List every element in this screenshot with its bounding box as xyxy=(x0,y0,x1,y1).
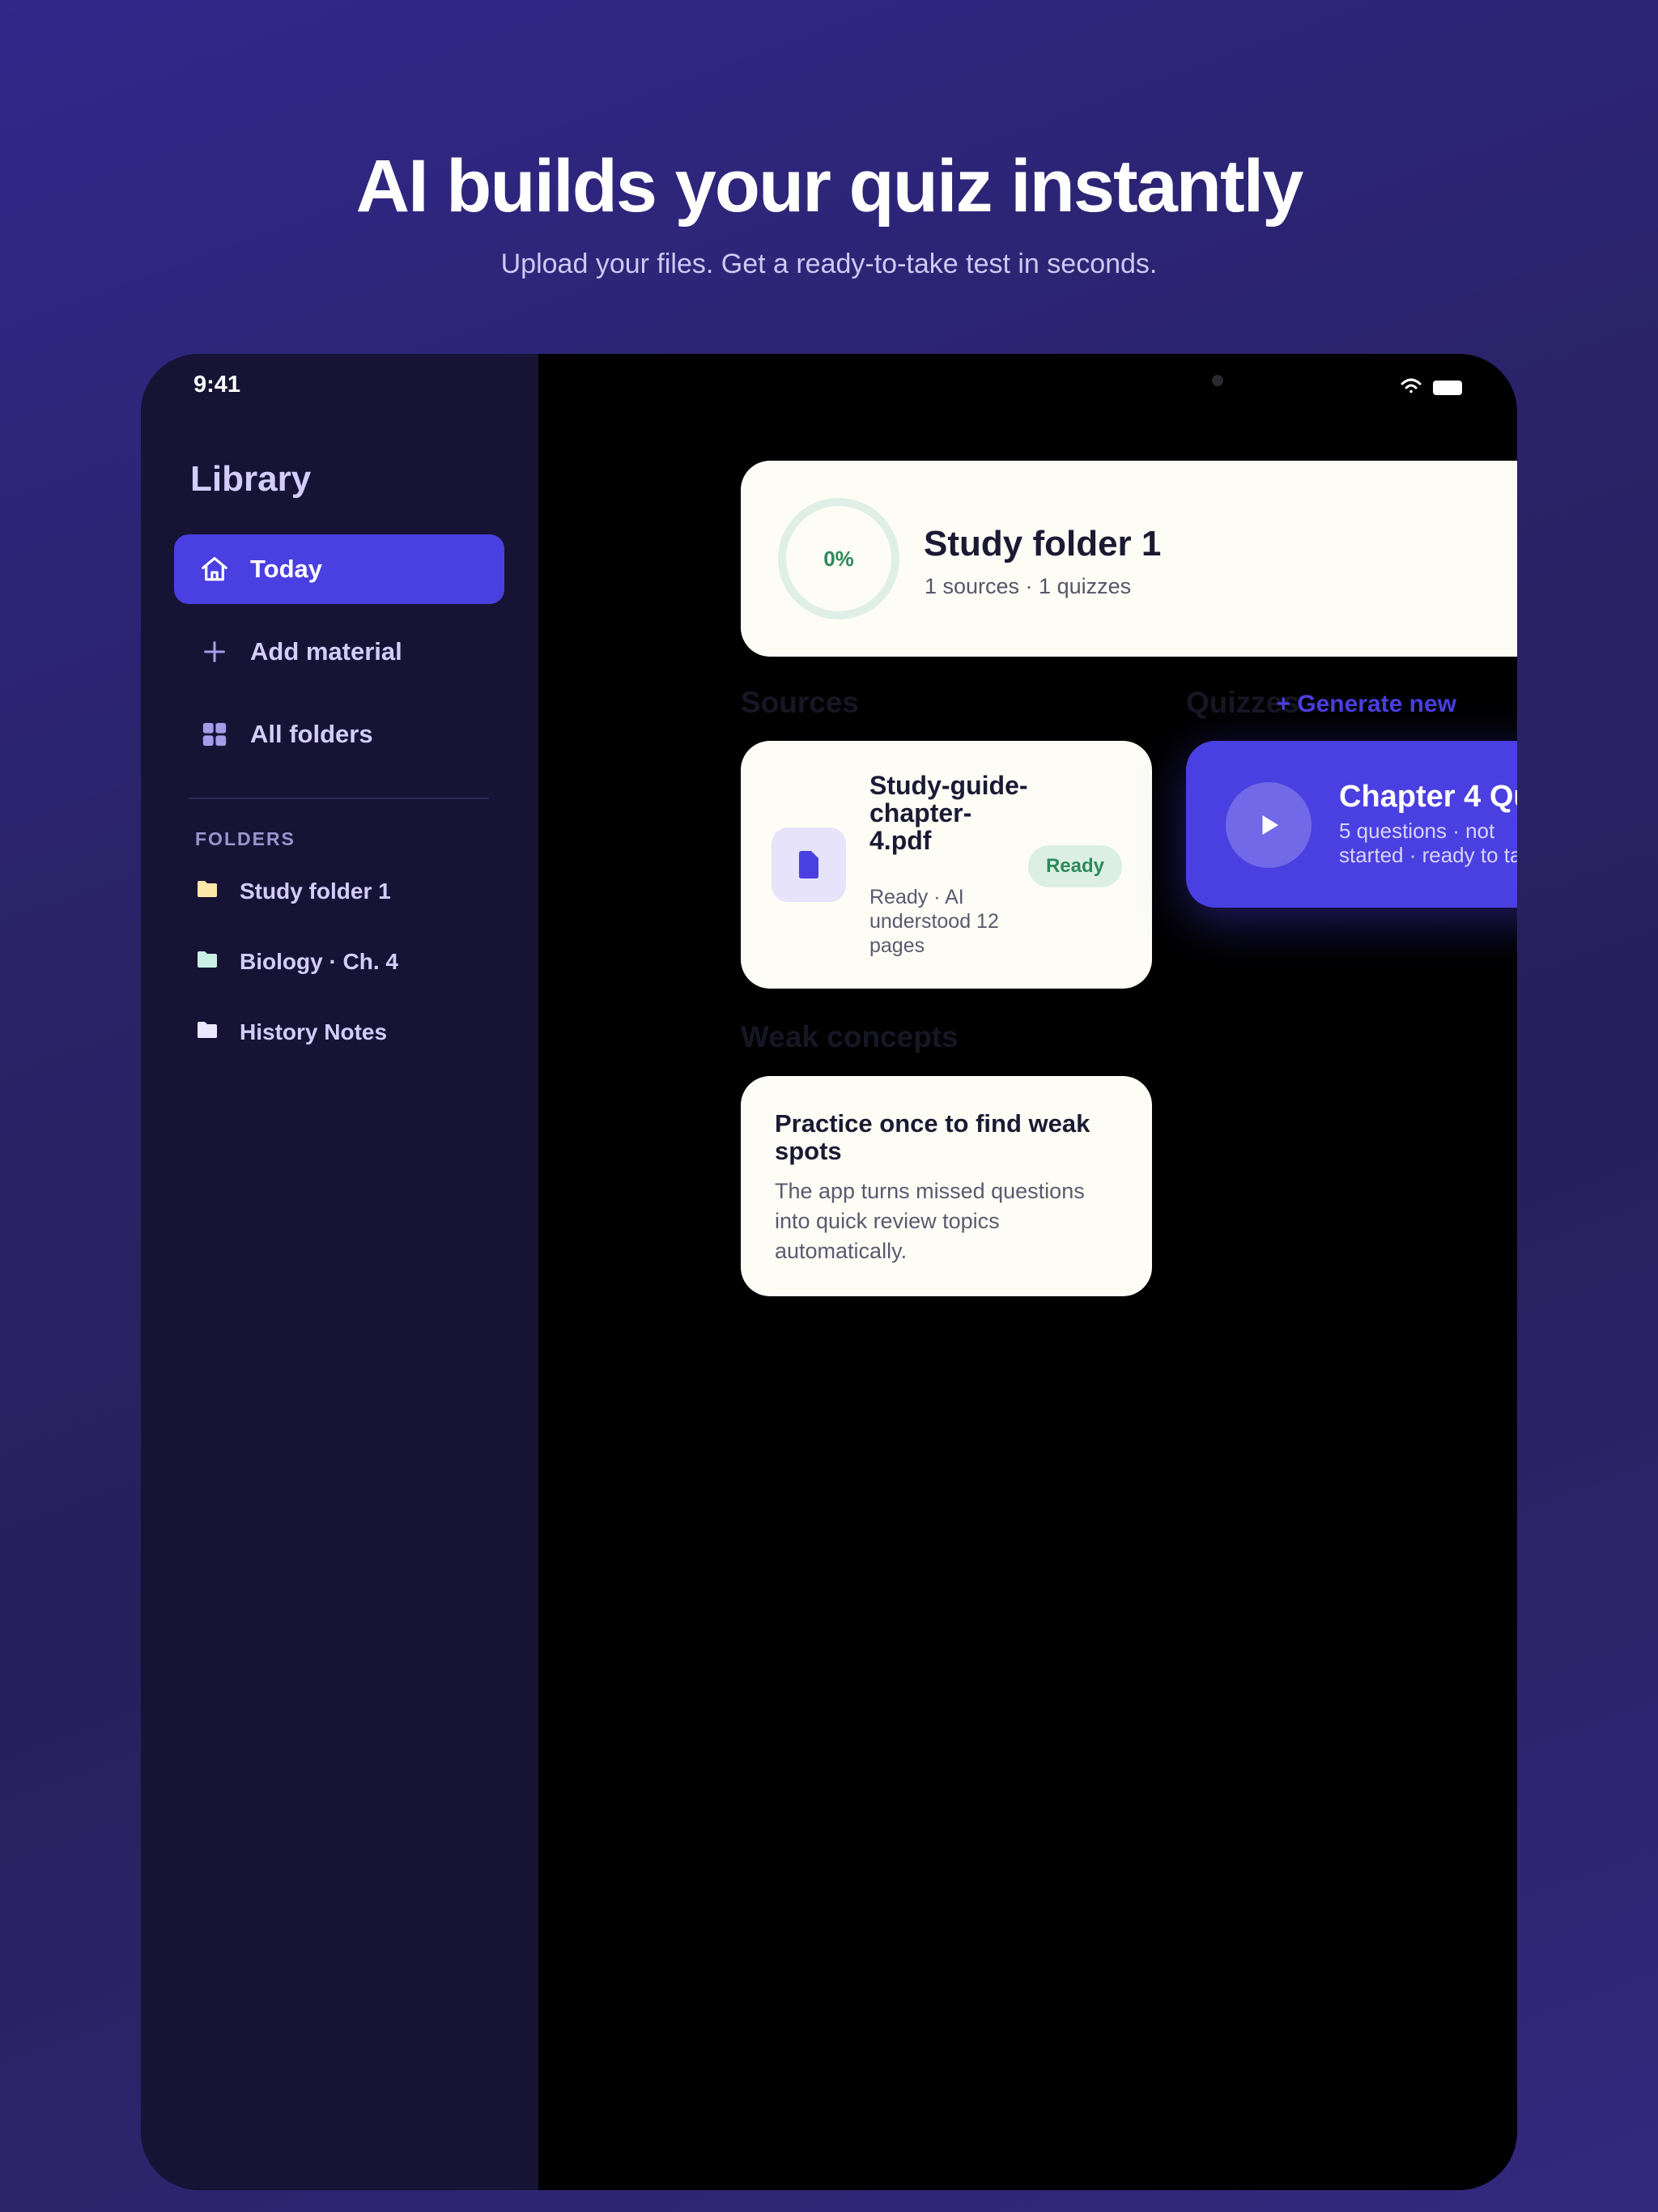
play-icon xyxy=(1262,815,1278,835)
source-file-name: Study-guide-chapter-4.pdf xyxy=(869,771,1028,855)
folder-subtitle: 1 sources · 1 quizzes xyxy=(925,574,1132,598)
folder-label: History Notes xyxy=(240,1019,388,1044)
sidebar: 9:41 Library Today Add material All fold… xyxy=(141,354,538,2190)
weak-concepts-card: Practice once to find weak spots The app… xyxy=(741,1076,1152,1296)
sources-heading: Sources xyxy=(741,686,860,719)
nav-item-all-folders[interactable]: All folders xyxy=(174,700,504,769)
generate-new-button[interactable]: + Generate new xyxy=(1276,691,1456,718)
nav-label-add-material: Add material xyxy=(250,637,402,666)
folder-item-biology[interactable]: Biology · Ch. 4 xyxy=(196,949,398,975)
wifi-icon xyxy=(1399,376,1423,398)
nav-label-all-folders: All folders xyxy=(250,720,373,748)
home-icon xyxy=(198,553,231,585)
battery-icon xyxy=(1433,380,1462,395)
nav-item-today[interactable]: Today xyxy=(174,534,504,604)
weak-concepts-body: The app turns missed questions into quic… xyxy=(775,1179,1085,1263)
play-button[interactable] xyxy=(1226,782,1312,868)
hero: AI builds your quiz instantly Upload you… xyxy=(0,145,1658,280)
folder-icon xyxy=(196,878,219,904)
tablet-frame: 9:41 Library Today Add material All fold… xyxy=(141,354,1517,2190)
document-icon xyxy=(772,827,846,902)
nav-item-add-material[interactable]: Add material xyxy=(174,617,504,687)
folders-heading: FOLDERS xyxy=(195,828,295,849)
folder-summary-card[interactable]: 0% Study folder 1 1 sources · 1 quizzes xyxy=(741,461,1517,657)
folder-item-study-folder-1[interactable]: Study folder 1 xyxy=(196,878,391,904)
folder-icon xyxy=(196,1019,219,1045)
folder-item-history-notes[interactable]: History Notes xyxy=(196,1019,387,1045)
folder-icon xyxy=(196,949,219,975)
main-content: 0% Study folder 1 1 sources · 1 quizzes … xyxy=(538,354,1517,2190)
quiz-card[interactable]: Chapter 4 Quiz 5 questions · not started… xyxy=(1186,741,1517,908)
progress-label: 0% xyxy=(823,546,854,571)
sidebar-title: Library xyxy=(190,459,312,499)
hero-subtitle: Upload your files. Get a ready-to-take t… xyxy=(500,249,1158,280)
status-indicators xyxy=(1399,376,1462,398)
hero-title: AI builds your quiz instantly xyxy=(355,145,1304,228)
front-camera xyxy=(1212,375,1223,386)
nav-label-today: Today xyxy=(250,555,322,583)
quiz-subtitle: 5 questions · not started · ready to tak… xyxy=(1339,819,1517,867)
source-card[interactable]: Study-guide-chapter-4.pdf Ready · AI und… xyxy=(741,741,1152,989)
folder-label: Study folder 1 xyxy=(240,878,391,904)
source-meta: Ready · AI understood 12 pages xyxy=(869,886,999,957)
folder-label: Biology · Ch. 4 xyxy=(240,949,398,974)
weak-concepts-title: Practice once to find weak spots xyxy=(775,1109,1090,1165)
grid-icon xyxy=(198,718,231,751)
folder-title: Study folder 1 xyxy=(924,524,1162,564)
status-time: 9:41 xyxy=(193,372,241,398)
status-badge: Ready xyxy=(1028,845,1122,887)
progress-ring: 0% xyxy=(778,498,899,619)
quiz-title: Chapter 4 Quiz xyxy=(1339,780,1517,814)
plus-icon xyxy=(198,636,231,668)
sidebar-divider xyxy=(189,798,489,799)
weak-concepts-heading: Weak concepts xyxy=(741,1020,959,1053)
